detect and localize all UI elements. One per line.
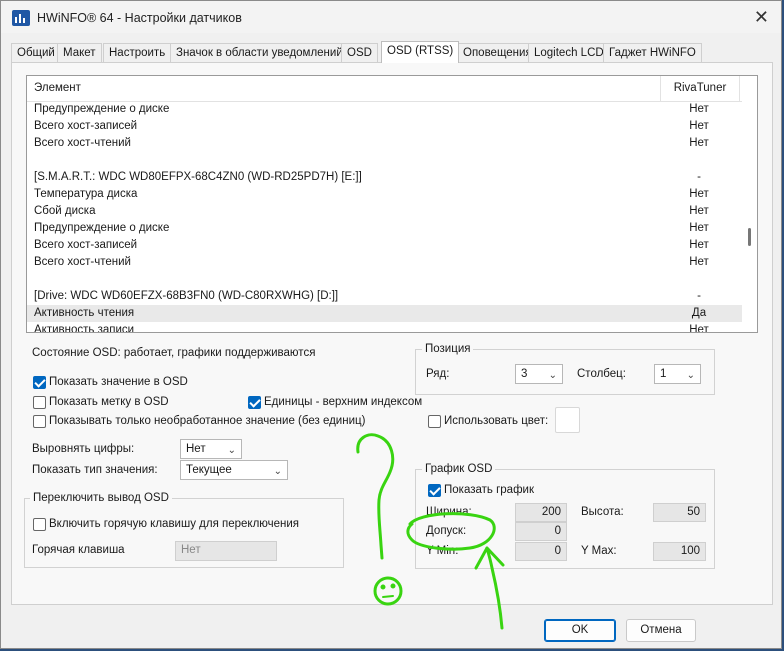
ymax-input[interactable]: 100: [653, 542, 706, 561]
show-label-checkbox[interactable]: [33, 396, 46, 409]
list-item[interactable]: Предупреждение о диске Нет: [27, 220, 742, 237]
tab-alerts[interactable]: Оповещения: [457, 43, 538, 62]
column-label: Столбец:: [577, 368, 626, 380]
graph-height-input[interactable]: 50: [653, 503, 706, 522]
hotkey-input[interactable]: Нет: [175, 541, 277, 561]
tab-general[interactable]: Общий: [11, 43, 61, 62]
show-label-label[interactable]: Показать метку в OSD: [49, 396, 169, 408]
scrollbar-thumb[interactable]: [748, 228, 751, 246]
list-item[interactable]: Всего хост-чтений Нет: [27, 254, 742, 271]
close-icon[interactable]: ✕: [754, 7, 769, 28]
enable-hotkey-checkbox[interactable]: [33, 518, 46, 531]
raw-only-label[interactable]: Показывать только необработанное значени…: [49, 415, 365, 427]
position-group-title: Позиция: [422, 343, 474, 355]
chevron-down-icon: ⌄: [227, 445, 236, 456]
chevron-down-icon: ⌄: [273, 466, 282, 477]
row-select[interactable]: 3 ⌄: [515, 364, 563, 384]
column-header-rivatuner[interactable]: RivaTuner: [660, 76, 740, 101]
list-item[interactable]: Всего хост-записей Нет: [27, 118, 742, 135]
hwinfo-app-icon: [12, 10, 30, 26]
column-select[interactable]: 1 ⌄: [654, 364, 701, 384]
row-label: Ряд:: [426, 368, 450, 380]
list-header: Элемент RivaTuner: [27, 76, 742, 102]
list-item[interactable]: Предупреждение о диске Нет: [27, 101, 742, 118]
tab-osd-rtss[interactable]: OSD (RTSS): [381, 41, 460, 63]
units-superscript-label[interactable]: Единицы - верхним индексом: [264, 396, 422, 408]
enable-hotkey-label[interactable]: Включить горячую клавишу для переключени…: [49, 518, 299, 530]
hotkey-group-title: Переключить вывод OSD: [30, 492, 172, 504]
ymin-input[interactable]: 0: [515, 542, 567, 561]
list-item[interactable]: Температура диска Нет: [27, 186, 742, 203]
list-item[interactable]: Всего хост-чтений Нет: [27, 135, 742, 152]
tab-customize[interactable]: Настроить: [103, 43, 172, 62]
list-item[interactable]: [27, 152, 742, 169]
tolerance-label: Допуск:: [426, 525, 467, 537]
list-item[interactable]: Активность записи Нет: [27, 322, 742, 332]
tab-logitech-lcd[interactable]: Logitech LCD: [528, 43, 610, 62]
value-type-select[interactable]: Текущее ⌄: [180, 460, 288, 480]
graph-width-input[interactable]: 200: [515, 503, 567, 522]
list-item-selected[interactable]: Активность чтения Да: [27, 305, 742, 322]
window-title: HWiNFO® 64 - Настройки датчиков: [37, 11, 242, 25]
ymin-label: Y Min:: [426, 545, 459, 557]
hotkey-label: Горячая клавиша: [32, 544, 125, 556]
title-bar[interactable]: HWiNFO® 64 - Настройки датчиков ✕: [1, 1, 781, 33]
align-digits-label: Выровнять цифры:: [32, 443, 135, 455]
list-item[interactable]: Сбой диска Нет: [27, 203, 742, 220]
use-color-label[interactable]: Использовать цвет:: [444, 415, 548, 427]
show-graph-checkbox[interactable]: [428, 484, 441, 497]
graph-group-title: График OSD: [422, 463, 496, 475]
use-color-checkbox[interactable]: [428, 415, 441, 428]
tab-layout[interactable]: Макет: [57, 43, 102, 62]
ymax-label: Y Max:: [581, 545, 617, 557]
osd-status: Состояние OSD: работает, графики поддерж…: [32, 347, 316, 359]
value-type-label: Показать тип значения:: [32, 464, 158, 476]
sensor-list[interactable]: Элемент RivaTuner Предупреждение о диске…: [26, 75, 758, 333]
graph-width-label: Ширина:: [426, 506, 472, 518]
list-item[interactable]: [S.M.A.R.T.: WDC WD80EFPX-68C4ZN0 (WD-RD…: [27, 169, 742, 186]
ok-button[interactable]: OK: [544, 619, 616, 642]
units-superscript-checkbox[interactable]: [248, 396, 261, 409]
show-graph-label[interactable]: Показать график: [444, 484, 534, 496]
tolerance-input[interactable]: 0: [515, 522, 567, 541]
chevron-down-icon: ⌄: [686, 370, 695, 381]
tab-osd[interactable]: OSD: [341, 43, 378, 62]
tab-bar: Общий Макет Настроить Значок в области у…: [11, 41, 773, 63]
align-digits-select[interactable]: Нет ⌄: [180, 439, 242, 459]
chevron-down-icon: ⌄: [548, 370, 557, 381]
graph-height-label: Высота:: [581, 506, 624, 518]
list-item[interactable]: [Drive: WDC WD60EFZX-68B3FN0 (WD-C80RXWH…: [27, 288, 742, 305]
settings-window: HWiNFO® 64 - Настройки датчиков ✕ Общий …: [0, 0, 782, 649]
list-item[interactable]: [27, 271, 742, 288]
show-value-label[interactable]: Показать значение в OSD: [49, 376, 188, 388]
show-value-checkbox[interactable]: [33, 376, 46, 389]
cancel-button[interactable]: Отмена: [626, 619, 696, 642]
tab-tray-icon[interactable]: Значок в области уведомлений: [170, 43, 349, 62]
tab-hwinfo-gadget[interactable]: Гаджет HWiNFO: [603, 43, 702, 62]
list-item[interactable]: Всего хост-записей Нет: [27, 237, 742, 254]
list-scrollbar[interactable]: [743, 76, 757, 332]
raw-only-checkbox[interactable]: [33, 415, 46, 428]
column-header-element[interactable]: Элемент: [34, 82, 81, 94]
color-picker[interactable]: [555, 407, 580, 433]
